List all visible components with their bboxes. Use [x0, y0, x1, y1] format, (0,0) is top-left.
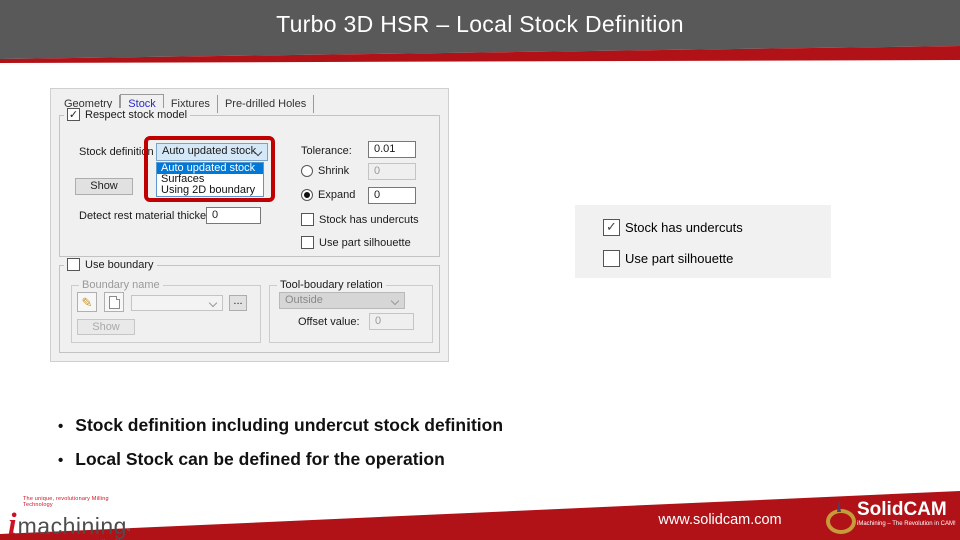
checkbox-box — [67, 258, 80, 271]
callout-stock-has-undercuts-label: Stock has undercuts — [625, 220, 743, 235]
radio-circle — [301, 165, 313, 177]
footer-red-wedge — [0, 478, 960, 540]
imachining-tagline: The unique, revolutionary Milling Techno… — [23, 496, 140, 508]
check-icon: ✓ — [606, 219, 617, 234]
dropdown-option-using-2d-boundary[interactable]: Using 2D boundary — [157, 185, 263, 196]
stock-has-undercuts-checkbox[interactable]: Stock has undercuts — [301, 213, 419, 226]
website-url: www.solidcam.com — [630, 512, 810, 528]
checkbox-box — [603, 250, 620, 267]
use-part-silhouette-checkbox[interactable]: Use part silhouette — [301, 236, 411, 249]
detect-rest-field[interactable]: 0 — [206, 207, 261, 224]
imachining-name: machining — [18, 515, 127, 538]
boundary-show-button: Show — [77, 319, 135, 335]
browse-boundary-button[interactable]: ... — [229, 295, 247, 311]
page-fold — [116, 296, 120, 300]
expand-field[interactable]: 0 — [368, 187, 416, 204]
callout-stock-has-undercuts-checkbox[interactable]: ✓ Stock has undercuts — [603, 219, 743, 236]
bullet-icon: • — [58, 452, 63, 469]
solidcam-wordmark-block: SolidCAM iMachining – The Revolution in … — [857, 500, 956, 527]
respect-stock-model-label: Respect stock model — [85, 109, 187, 121]
edit-boundary-button[interactable]: ✎ — [77, 292, 97, 312]
shrink-radio[interactable]: Shrink — [301, 165, 349, 177]
checkbox-box-checked: ✓ — [603, 219, 620, 236]
checkbox-box — [301, 236, 314, 249]
use-boundary-label: Use boundary — [85, 259, 154, 271]
slide: Turbo 3D HSR – Local Stock Definition Ge… — [0, 0, 960, 540]
check-icon: ✓ — [69, 109, 78, 121]
imachining-logo: The unique, revolutionary Milling Techno… — [8, 496, 140, 540]
stock-dialog: Geometry Stock Fixtures Pre-drilled Hole… — [50, 88, 449, 362]
checkbox-box — [301, 213, 314, 226]
shrink-field: 0 — [368, 163, 416, 180]
stock-definition-dropdown: Auto updated stock Surfaces Using 2D bou… — [156, 162, 264, 197]
tool-boundary-combobox: Outside — [279, 292, 405, 309]
stock-definition-value: Auto updated stock — [162, 145, 256, 157]
shrink-label: Shrink — [318, 165, 349, 177]
checkbox-box: ✓ — [67, 108, 80, 121]
tolerance-label: Tolerance: — [301, 145, 352, 157]
expand-radio[interactable]: Expand — [301, 189, 355, 201]
list-item: • Local Stock can be defined for the ope… — [58, 449, 503, 470]
stock-definition-label: Stock definition — [79, 146, 154, 158]
bullet-text: Stock definition including undercut stoc… — [75, 415, 503, 436]
undercut-callout: ✓ Stock has undercuts Use part silhouett… — [575, 205, 831, 278]
icon-spike — [837, 500, 841, 512]
solidcam-top-icon — [826, 507, 850, 528]
tolerance-field[interactable]: 0.01 — [368, 141, 416, 158]
dropdown-option-surfaces[interactable]: Surfaces — [157, 174, 263, 185]
bullet-text: Local Stock can be defined for the opera… — [75, 449, 445, 470]
dropdown-option-auto-updated-stock[interactable]: Auto updated stock — [157, 163, 263, 174]
radio-dot — [304, 192, 310, 198]
solidcam-logo: SolidCAM iMachining – The Revolution in … — [826, 499, 956, 528]
page-title: Turbo 3D HSR – Local Stock Definition — [0, 11, 960, 38]
list-item: • Stock definition including undercut st… — [58, 415, 503, 436]
bullet-icon: • — [58, 418, 63, 435]
boundary-name-label: Boundary name — [79, 279, 163, 291]
show-button[interactable]: Show — [75, 178, 133, 195]
tool-boundary-label: Tool-boudary relation — [277, 279, 386, 291]
respect-stock-model-checkbox[interactable]: ✓ Respect stock model — [64, 108, 190, 121]
tool-boundary-value: Outside — [285, 294, 323, 306]
bullet-list: • Stock definition including undercut st… — [58, 415, 503, 483]
use-boundary-checkbox[interactable]: Use boundary — [64, 258, 157, 271]
callout-use-part-silhouette-label: Use part silhouette — [625, 251, 733, 266]
use-part-silhouette-label: Use part silhouette — [319, 237, 411, 249]
new-boundary-button[interactable] — [104, 292, 124, 312]
pencil-icon: ✎ — [82, 296, 93, 309]
new-document-icon — [109, 296, 120, 309]
chevron-down-icon — [391, 297, 399, 305]
imachining-reg-mark: ° — [127, 528, 130, 536]
offset-value-field: 0 — [369, 313, 414, 330]
offset-value-label: Offset value: — [298, 316, 360, 328]
solidcam-name: SolidCAM — [857, 500, 956, 519]
solidcam-tagline: iMachining – The Revolution in CAM! — [857, 521, 956, 527]
stock-definition-combobox[interactable]: Auto updated stock — [156, 143, 268, 161]
boundary-name-combobox — [131, 295, 223, 311]
stock-has-undercuts-label: Stock has undercuts — [319, 214, 419, 226]
imachining-wordmark: i machining ° — [8, 508, 140, 539]
tab-pre-drilled-holes[interactable]: Pre-drilled Holes — [218, 95, 314, 113]
chevron-down-icon — [209, 299, 217, 307]
callout-use-part-silhouette-checkbox[interactable]: Use part silhouette — [603, 250, 733, 267]
icon-ring — [826, 509, 856, 534]
radio-circle-selected — [301, 189, 313, 201]
expand-label: Expand — [318, 189, 355, 201]
imachining-i: i — [8, 508, 17, 539]
